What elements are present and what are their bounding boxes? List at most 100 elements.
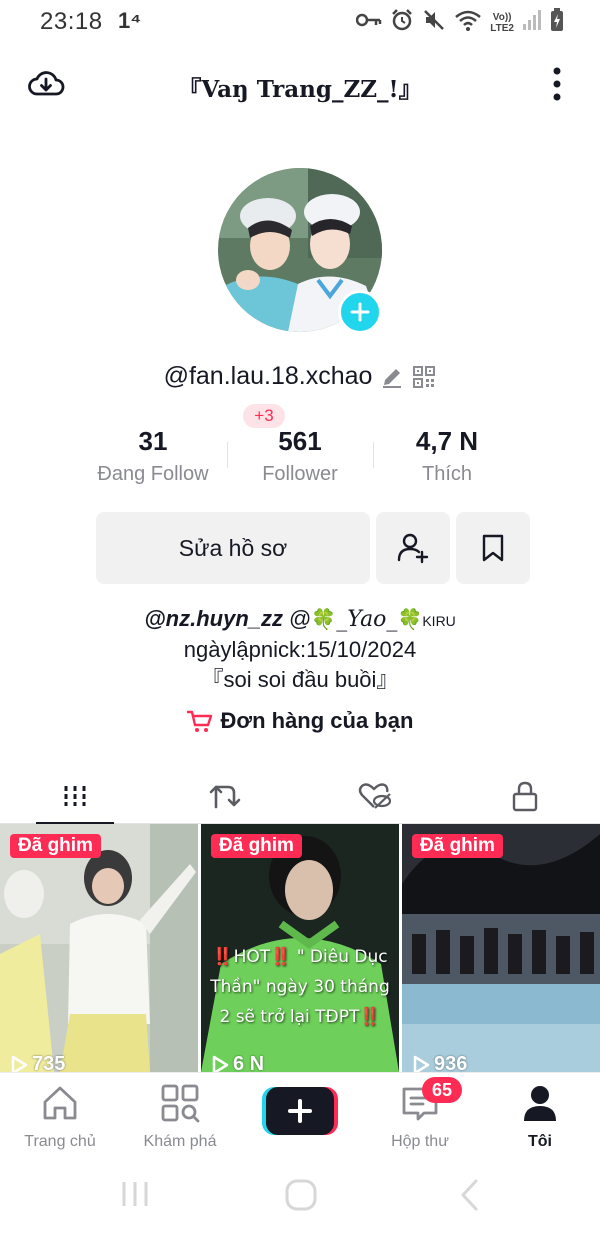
tab-private[interactable] [450,768,600,824]
bio-mention-2[interactable]: @🍀_Yao_🍀KIRU [289,604,456,635]
tab-liked[interactable] [300,768,450,824]
view-count: 936 [412,1053,467,1072]
view-count: 6 N [211,1053,264,1072]
back-icon[interactable] [458,1178,482,1212]
overlay-hot: HOT [233,947,271,967]
followers-label: Follower [262,463,338,485]
overlay-emphasis: ‼️ [212,947,234,967]
view-count-value: 6 N [233,1053,265,1072]
signal-icon [522,9,542,36]
home-system-icon[interactable] [284,1178,318,1212]
username-row: @fan.lau.18.xchao [0,362,600,391]
profile-bio: @nz.huyn_zz @🍀_Yao_🍀KIRU ngàylậpnick:15/… [0,604,600,695]
mute-icon [422,8,446,37]
profile-header: 『Vaŋ Trang_ZZ_!』 [0,56,600,112]
bookmark-icon [482,534,504,562]
profile-stats: 31 Đang Follow 561 Follower 4,7 N Thích [80,420,520,500]
avatar-container [218,168,382,334]
more-options-button[interactable] [550,66,564,102]
qr-code-icon[interactable] [412,365,436,389]
page-title: 『Vaŋ Trang_ZZ_!』 [178,76,422,103]
volte-icon: Vo)) LTE2 [490,12,514,34]
liked-hidden-icon [358,783,392,809]
inbox-badge: 65 [422,1077,462,1103]
add-avatar-button[interactable] [338,290,382,334]
nav-inbox-label: Hộp thư [391,1133,449,1150]
mention-prefix: @ [289,606,312,631]
nav-home-label: Trang chủ [24,1133,96,1150]
status-bar: 23:18 1⁴ Vo)) LTE2 [0,0,600,44]
bio-mention-1[interactable]: @nz.huyn_zz [144,604,283,634]
username: @fan.lau.18.xchao [163,362,373,390]
system-navigation-bar [0,1160,600,1233]
lte-text: LTE2 [490,22,514,34]
wifi-icon [454,8,482,37]
nav-inbox[interactable]: Hộp thư [360,1083,480,1151]
edit-pencil-icon[interactable] [380,365,404,389]
plus-icon [350,302,370,322]
create-plus-icon [262,1087,338,1135]
orders-link[interactable]: Đơn hàng của bạn [0,708,600,734]
play-icon [413,1055,430,1072]
following-count: 31 [138,426,168,456]
bio-line-date: ngàylậpnick:15/10/2024 [183,637,417,662]
video-thumbnail-image [402,824,600,1072]
likes-stat[interactable]: 4,7 N Thích [374,420,520,486]
battery-icon [550,8,564,37]
edit-profile-button[interactable]: Sửa hồ sơ [96,512,370,584]
discover-icon [161,1084,200,1123]
nav-discover-label: Khám phá [143,1133,217,1150]
followers-count: 561 [278,426,322,456]
add-friend-button[interactable] [376,512,450,584]
video-overlay-text: ‼️HOT‼️ " Diêu Dục Thần" ngày 30 tháng 2… [205,942,395,1032]
view-count-value: 936 [434,1053,468,1072]
status-time: 23:18 [40,8,103,35]
videos-grid-icon [64,786,86,806]
video-thumbnail-image [0,824,198,1072]
new-followers-badge: +3 [243,404,285,428]
bio-line-quote: 『soi soi đầu buồi』 [201,667,399,692]
nav-profile[interactable]: Tôi [480,1083,600,1151]
video-thumbnail[interactable]: Đã ghim 936 [402,824,600,1072]
clover-icon: 🍀 [311,609,337,631]
alarm-icon [390,8,414,37]
lock-icon [512,781,538,812]
mention-suffix: KIRU [422,613,456,629]
video-thumbnail[interactable]: Đã ghim 735 [0,824,198,1072]
likes-label: Thích [421,463,473,485]
likes-count: 4,7 N [415,426,479,456]
favorites-button[interactable] [456,512,530,584]
repost-icon [209,785,241,809]
recent-apps-icon[interactable] [120,1178,150,1210]
content-tabs [0,768,600,825]
following-stat[interactable]: 31 Đang Follow [80,420,226,486]
profile-icon [524,1086,556,1121]
overlay-emphasis: ‼️ [359,1007,381,1027]
nav-discover[interactable]: Khám phá [120,1083,240,1151]
key-icon [356,11,382,34]
pinned-badge: Đã ghim [10,834,101,858]
tab-videos[interactable] [0,768,150,825]
video-grid: Đã ghim 735 Đã ghim ‼️HOT‼️ " Diêu Dục T… [0,824,600,1072]
pinned-badge: Đã ghim [412,834,503,858]
followers-stat[interactable]: 561 Follower [227,420,373,486]
mention-name: _Yao_ [336,607,398,632]
nav-home[interactable]: Trang chủ [0,1083,120,1151]
create-button[interactable] [262,1087,338,1135]
status-icons: Vo)) LTE2 [356,8,564,37]
more-vertical-icon [553,67,561,101]
view-count-value: 735 [32,1053,66,1072]
status-extra: 1⁴ [118,8,142,33]
cart-icon [186,710,212,732]
overlay-emphasis: ‼️ [270,947,292,967]
play-icon [11,1055,28,1072]
following-label: Đang Follow [97,463,209,485]
orders-label: Đơn hàng của bạn [220,708,414,733]
add-friend-icon [397,533,429,564]
volte-text: Vo)) [492,11,512,23]
tab-reposts[interactable] [150,768,300,824]
view-count: 735 [10,1053,65,1072]
pinned-badge: Đã ghim [211,834,302,858]
video-thumbnail[interactable]: Đã ghim ‼️HOT‼️ " Diêu Dục Thần" ngày 30… [201,824,399,1072]
clover-icon: 🍀 [397,609,423,631]
